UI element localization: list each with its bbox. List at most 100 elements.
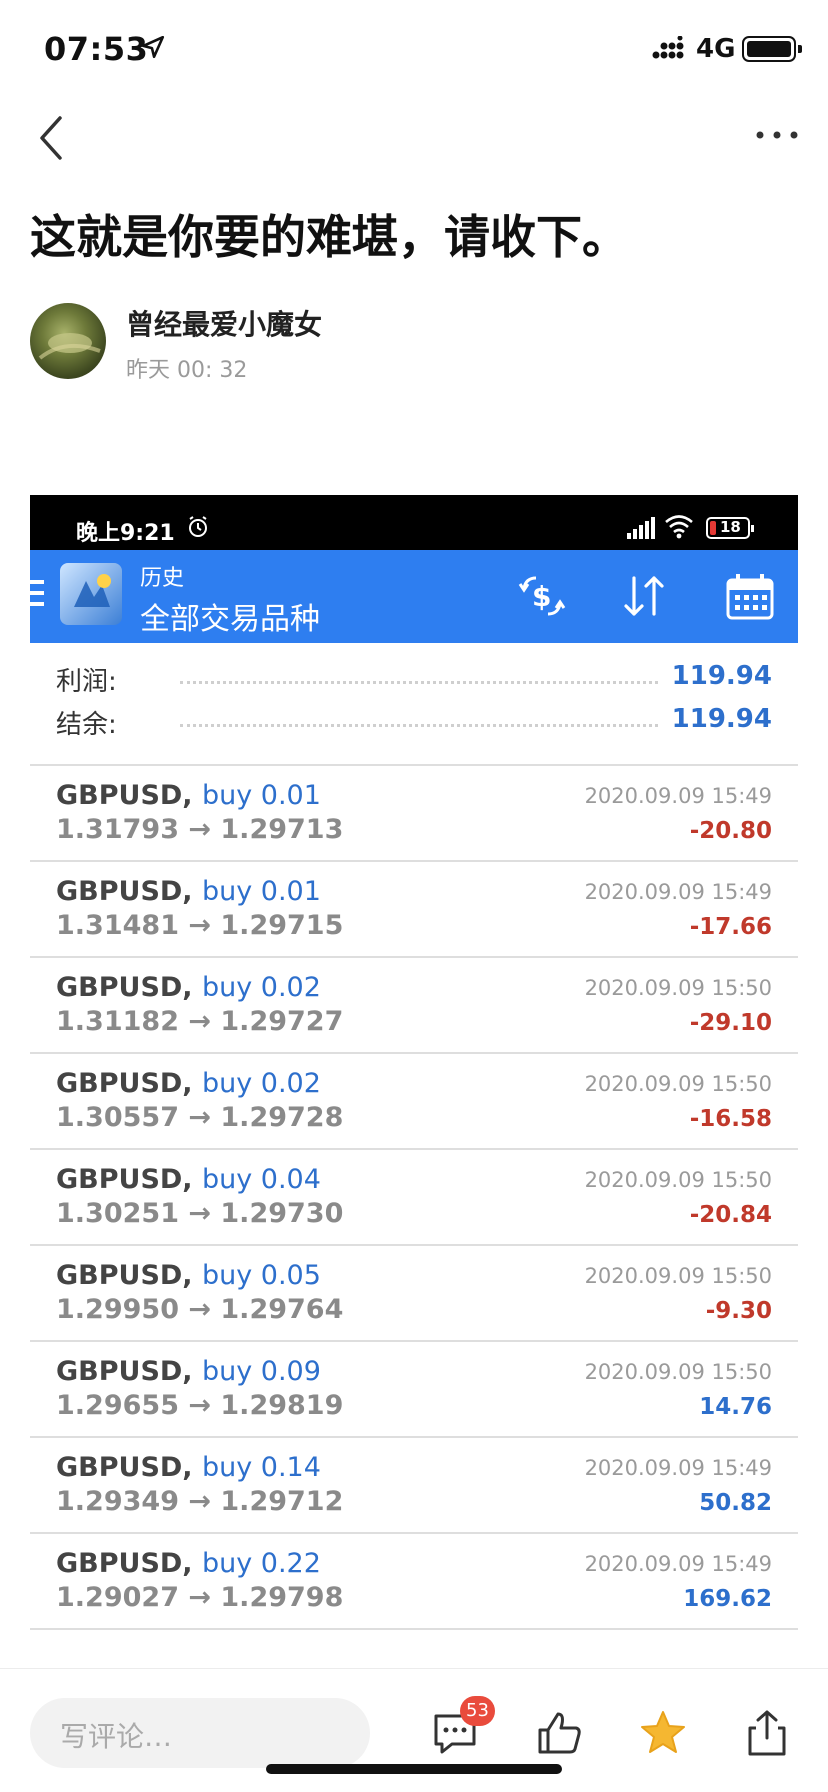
status-time: 07:53 [44, 30, 149, 68]
deal-symbol-text: GBPUSD, [56, 780, 193, 811]
star-icon[interactable] [638, 1708, 688, 1758]
deal-profit: 14.76 [699, 1394, 772, 1420]
comment-placeholder: 写评论… [60, 1720, 173, 1753]
deal-time: 2020.09.09 15:50 [584, 1072, 772, 1096]
deal-symbol-text: GBPUSD, [56, 876, 193, 907]
currency-exchange-icon[interactable]: $ [516, 572, 568, 620]
deal-row[interactable]: GBPUSD, buy 0.01 1.31793 → 1.29713 2020.09… [30, 766, 798, 862]
deal-profit: -20.84 [689, 1202, 772, 1228]
deal-row[interactable]: GBPUSD, buy 0.14 1.29349 → 1.29712 2020.09… [30, 1438, 798, 1534]
deal-symbol: GBPUSD, buy 0.05 [56, 1260, 321, 1291]
location-arrow-icon [141, 35, 165, 59]
post-time: 昨天 00: 32 [126, 358, 248, 383]
more-dots-icon[interactable] [752, 120, 802, 150]
deal-prices: 1.30251 → 1.29730 [56, 1198, 344, 1229]
deal-prices: 1.30557 → 1.29728 [56, 1102, 344, 1133]
deal-profit: -29.10 [689, 1010, 772, 1036]
deal-prices: 1.29950 → 1.29764 [56, 1294, 344, 1325]
deal-profit: -16.58 [689, 1106, 772, 1132]
deal-type: buy 0.04 [201, 1164, 321, 1195]
summary-profit: 利润: 119.94 [30, 655, 798, 701]
deal-row[interactable]: GBPUSD, buy 0.05 1.29950 → 1.29764 2020.09… [30, 1246, 798, 1342]
deal-type: buy 0.01 [201, 780, 321, 811]
deal-symbol-text: GBPUSD, [56, 1548, 193, 1579]
toolbar-subtitle: 历史 [140, 566, 185, 591]
network-type: 4G [696, 34, 736, 64]
deal-symbol-text: GBPUSD, [56, 1260, 193, 1291]
deal-symbol: GBPUSD, buy 0.22 [56, 1548, 321, 1579]
calendar-icon[interactable] [724, 572, 776, 620]
leader-dots [180, 724, 658, 727]
deal-symbol: GBPUSD, buy 0.14 [56, 1452, 321, 1483]
deal-type: buy 0.02 [201, 972, 321, 1003]
author-name[interactable]: 曾经最爱小魔女 [126, 303, 322, 343]
metatrader-logo-icon[interactable] [60, 563, 122, 625]
toolbar-title[interactable]: 全部交易品种 [140, 594, 320, 638]
article-title: 这就是你要的难堪，请收下。 [30, 210, 628, 264]
deal-profit: -9.30 [705, 1298, 772, 1324]
deal-symbol-text: GBPUSD, [56, 1356, 193, 1387]
home-indicator [266, 1764, 562, 1774]
deal-prices: 1.29027 → 1.29798 [56, 1582, 344, 1613]
deal-symbol: GBPUSD, buy 0.04 [56, 1164, 321, 1195]
battery-level: 18 [720, 518, 741, 536]
deal-type: buy 0.22 [201, 1548, 321, 1579]
sort-icon[interactable] [618, 572, 670, 620]
alarm-icon [189, 516, 207, 537]
status-bar: 07:53 4G [0, 0, 828, 100]
app-toolbar: 历史 全部交易品种 $ [30, 550, 798, 643]
deal-prices: 1.29655 → 1.29819 [56, 1390, 344, 1421]
svg-text:$: $ [532, 580, 551, 613]
deal-time: 2020.09.09 15:49 [584, 1456, 772, 1480]
wifi-icon [665, 515, 693, 539]
deal-symbol: GBPUSD, buy 0.09 [56, 1356, 321, 1387]
deal-prices: 1.29349 → 1.29712 [56, 1486, 344, 1517]
deal-profit: -17.66 [689, 914, 772, 940]
deal-time: 2020.09.09 15:50 [584, 1168, 772, 1192]
menu-icon[interactable] [30, 578, 46, 608]
summary-balance: 结余: 119.94 [30, 698, 798, 744]
embedded-status-bar: 晚上9:21 18 [30, 495, 798, 550]
deal-symbol-text: GBPUSD, [56, 1068, 193, 1099]
deal-row[interactable]: GBPUSD, buy 0.09 1.29655 → 1.29819 2020.09… [30, 1342, 798, 1438]
deal-row[interactable]: GBPUSD, buy 0.02 1.30557 → 1.29728 2020.09… [30, 1054, 798, 1150]
deal-time: 2020.09.09 15:49 [584, 880, 772, 904]
leader-dots [180, 681, 658, 684]
deal-symbol: GBPUSD, buy 0.01 [56, 780, 321, 811]
comment-input[interactable]: 写评论… [30, 1698, 370, 1768]
summary-value: 119.94 [671, 704, 772, 734]
signal-icon [627, 517, 655, 539]
deal-time: 2020.09.09 15:50 [584, 1264, 772, 1288]
deal-symbol-text: GBPUSD, [56, 1164, 193, 1195]
deal-type: buy 0.05 [201, 1260, 321, 1291]
deal-profit: -20.80 [689, 818, 772, 844]
embedded-screenshot: 晚上9:21 18 历史 全部交易品种 $ 利润: 119.94 结余: 119… [30, 495, 798, 1645]
like-icon[interactable] [534, 1708, 584, 1758]
embedded-status-time: 晚上9:21 [76, 521, 175, 546]
deal-time: 2020.09.09 15:49 [584, 784, 772, 808]
deal-time: 2020.09.09 15:50 [584, 1360, 772, 1384]
deal-symbol: GBPUSD, buy 0.01 [56, 876, 321, 907]
deal-prices: 1.31793 → 1.29713 [56, 814, 344, 845]
deal-time: 2020.09.09 15:49 [584, 1552, 772, 1576]
summary-label: 结余: [56, 710, 117, 740]
avatar[interactable] [30, 303, 106, 379]
back-chevron-icon[interactable] [32, 112, 72, 164]
deal-symbol: GBPUSD, buy 0.02 [56, 972, 321, 1003]
deal-prices: 1.31481 → 1.29715 [56, 910, 344, 941]
battery-icon: 18 [706, 517, 754, 539]
deal-type: buy 0.01 [201, 876, 321, 907]
deal-time: 2020.09.09 15:50 [584, 976, 772, 1000]
deal-symbol-text: GBPUSD, [56, 1452, 193, 1483]
deal-type: buy 0.14 [201, 1452, 321, 1483]
deal-row[interactable]: GBPUSD, buy 0.22 1.29027 → 1.29798 2020.09… [30, 1534, 798, 1630]
deal-symbol-text: GBPUSD, [56, 972, 193, 1003]
deal-profit: 50.82 [699, 1490, 772, 1516]
deal-type: buy 0.09 [201, 1356, 321, 1387]
comment-count-badge: 53 [460, 1696, 495, 1726]
share-icon[interactable] [742, 1708, 792, 1758]
deal-row[interactable]: GBPUSD, buy 0.01 1.31481 → 1.29715 2020.09… [30, 862, 798, 958]
deal-profit: 169.62 [683, 1586, 772, 1612]
deal-row[interactable]: GBPUSD, buy 0.04 1.30251 → 1.29730 2020.09… [30, 1150, 798, 1246]
deal-row[interactable]: GBPUSD, buy 0.02 1.31182 → 1.29727 2020.09… [30, 958, 798, 1054]
